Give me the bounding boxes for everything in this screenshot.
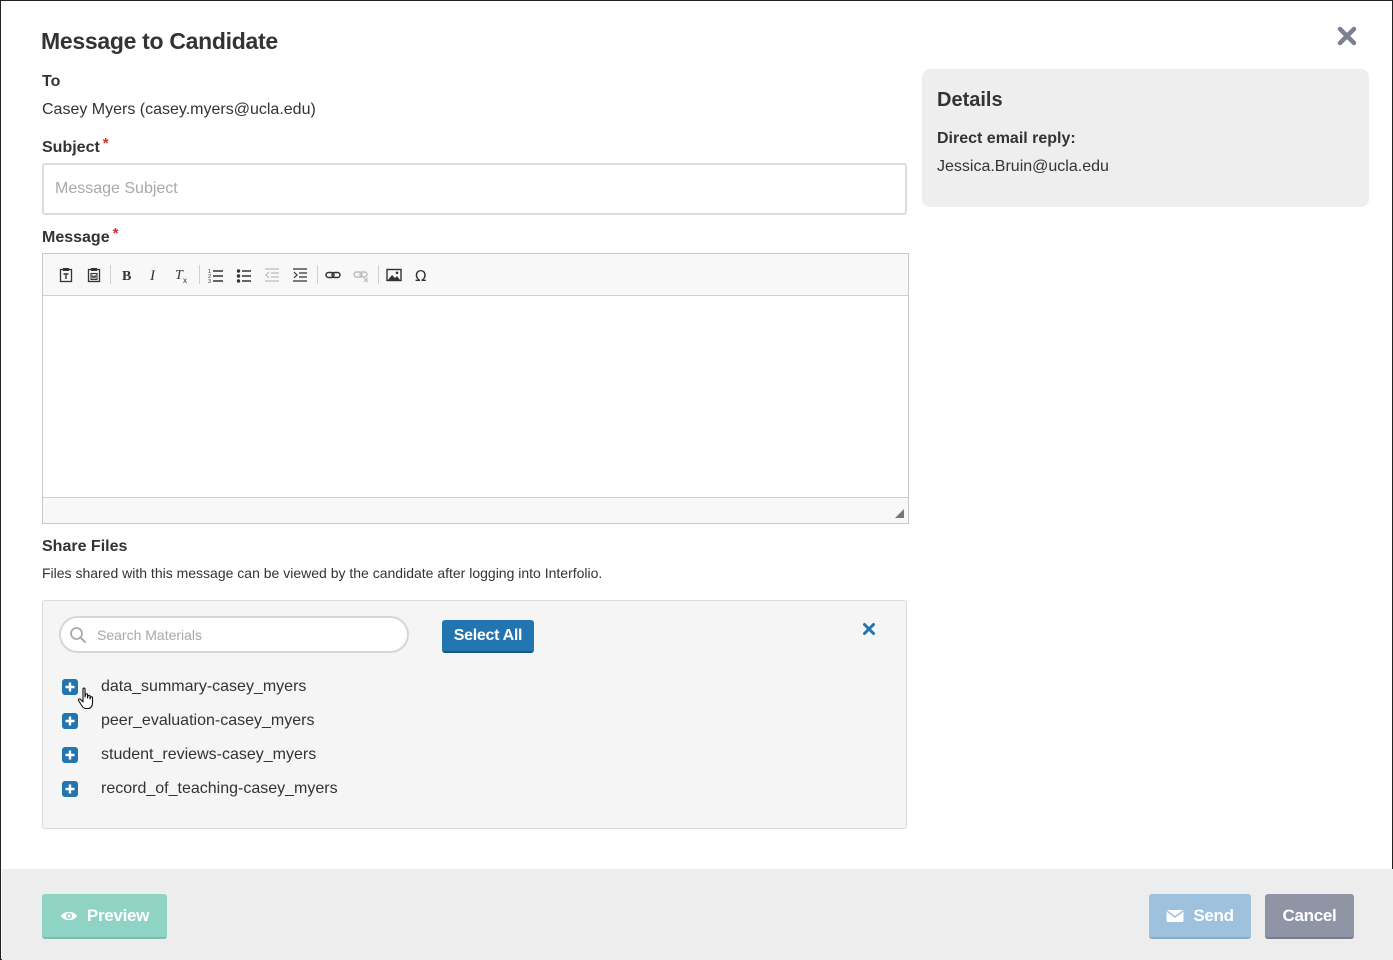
subject-input[interactable] xyxy=(42,163,907,215)
message-label: Message * xyxy=(42,225,118,247)
paste-from-word-icon[interactable] xyxy=(83,264,105,286)
link-icon[interactable] xyxy=(322,264,344,286)
expand-plus-icon[interactable] xyxy=(61,712,79,730)
preview-button[interactable]: Preview xyxy=(42,894,167,939)
direct-reply-label: Direct email reply: xyxy=(937,130,1076,147)
editor-status-bar xyxy=(43,497,908,523)
message-editor: B I Tx 123 Ω xyxy=(42,253,909,524)
subject-label: Subject * xyxy=(42,135,109,157)
image-icon[interactable] xyxy=(383,264,405,286)
preview-label: Preview xyxy=(86,905,150,925)
search-materials-input[interactable] xyxy=(97,625,397,645)
svg-text:x: x xyxy=(183,276,187,284)
expand-plus-icon[interactable] xyxy=(61,678,79,696)
cancel-button[interactable]: Cancel xyxy=(1265,894,1354,939)
indent-icon[interactable] xyxy=(289,264,311,286)
message-label-text: Message xyxy=(42,229,110,246)
remove-format-icon[interactable]: Tx xyxy=(171,264,193,286)
search-materials-field xyxy=(59,616,409,653)
share-files-description: Files shared with this message can be vi… xyxy=(42,565,603,581)
italic-icon[interactable]: I xyxy=(143,264,165,286)
editor-toolbar: B I Tx 123 Ω xyxy=(43,254,908,296)
search-icon xyxy=(69,626,87,644)
numbered-list-icon[interactable]: 123 xyxy=(205,264,227,286)
expand-plus-icon[interactable] xyxy=(61,780,79,798)
bold-icon[interactable]: B xyxy=(116,264,138,286)
message-body-input[interactable] xyxy=(43,296,908,497)
file-name[interactable]: student_reviews-casey_myers xyxy=(101,746,316,764)
file-item-record-of-teaching: record_of_teaching-casey_myers xyxy=(61,777,338,801)
to-recipient: Casey Myers (casey.myers@ucla.edu) xyxy=(42,101,316,118)
resize-handle[interactable] xyxy=(895,509,904,518)
modal-title: Message to Candidate xyxy=(41,28,278,54)
svg-text:B: B xyxy=(122,269,131,283)
svg-text:Ω: Ω xyxy=(415,267,426,283)
file-name[interactable]: peer_evaluation-casey_myers xyxy=(101,712,314,730)
file-name[interactable]: data_summary-casey_myers xyxy=(101,678,306,696)
eye-icon xyxy=(60,911,77,920)
details-panel: Details Direct email reply: Jessica.Brui… xyxy=(922,69,1369,207)
modal-footer: Preview Send Cancel xyxy=(2,869,1393,960)
envelope-icon xyxy=(1166,909,1184,922)
message-required-mark: * xyxy=(112,225,119,242)
send-label: Send xyxy=(1193,905,1234,925)
subject-required-mark: * xyxy=(102,135,109,152)
message-modal: Message to Candidate To Casey Myers (cas… xyxy=(0,0,1393,960)
expand-plus-icon[interactable] xyxy=(61,746,79,764)
outdent-icon[interactable] xyxy=(261,264,283,286)
files-panel: Select All data_summary-casey_myers peer… xyxy=(42,600,907,829)
direct-reply-email: Jessica.Bruin@ucla.edu xyxy=(937,158,1109,175)
paste-text-icon[interactable] xyxy=(55,264,77,286)
details-title: Details xyxy=(937,89,1003,111)
bulleted-list-icon[interactable] xyxy=(233,264,255,286)
file-item-student-reviews: student_reviews-casey_myers xyxy=(61,743,316,767)
select-all-button[interactable]: Select All xyxy=(442,620,534,653)
close-modal-icon[interactable] xyxy=(1334,23,1360,49)
subject-label-text: Subject xyxy=(42,139,100,156)
file-name[interactable]: record_of_teaching-casey_myers xyxy=(101,780,338,798)
file-item-data-summary: data_summary-casey_myers xyxy=(61,675,306,699)
share-files-label: Share Files xyxy=(42,538,128,555)
file-item-peer-evaluation: peer_evaluation-casey_myers xyxy=(61,709,314,733)
send-button[interactable]: Send xyxy=(1149,894,1251,939)
clear-files-icon[interactable] xyxy=(861,621,877,637)
svg-text:3: 3 xyxy=(208,279,211,283)
svg-text:I: I xyxy=(149,268,156,283)
unlink-icon[interactable] xyxy=(350,264,372,286)
to-label: To xyxy=(42,73,61,90)
special-character-icon[interactable]: Ω xyxy=(411,264,433,286)
